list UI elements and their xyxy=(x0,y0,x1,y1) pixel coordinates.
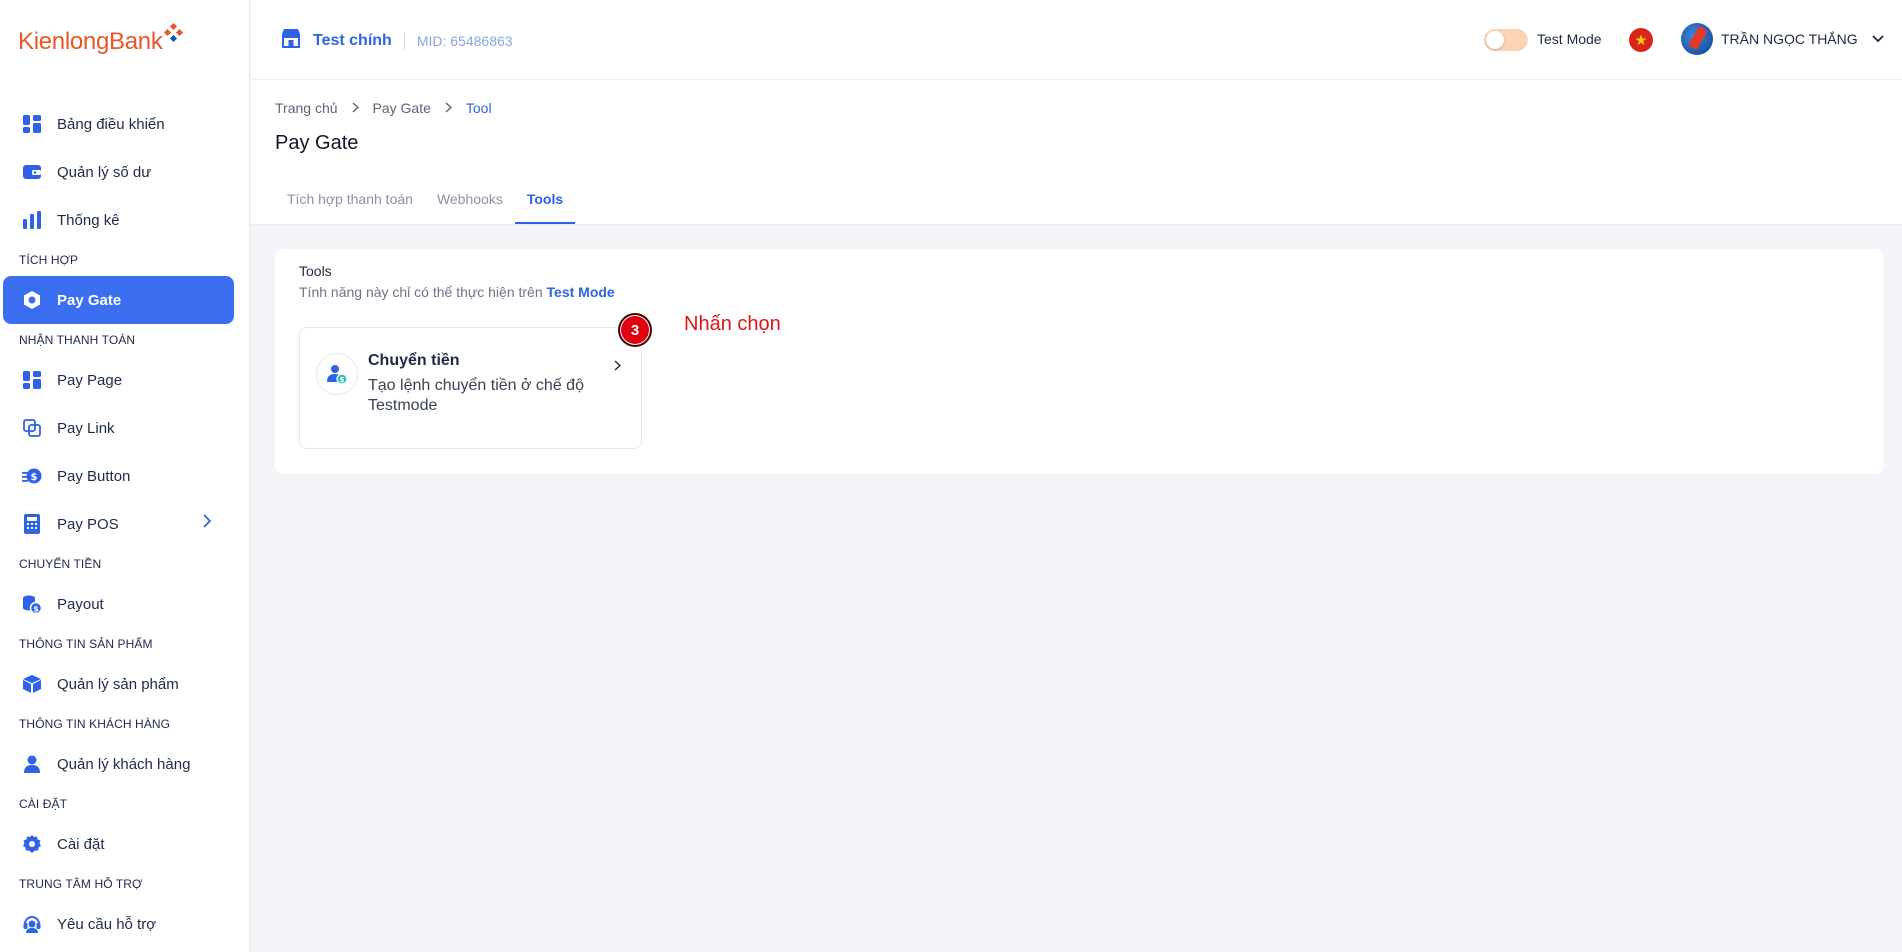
section-label-support-center: TRUNG TÂM HỖ TRỢ xyxy=(19,877,143,891)
sidebar-item-customers[interactable]: Quản lý khách hàng xyxy=(3,740,234,788)
sidebar-item-support-request[interactable]: Yêu cầu hỗ trợ xyxy=(3,900,234,948)
section-label-customer-info: THÔNG TIN KHÁCH HÀNG xyxy=(19,717,171,731)
store-selector[interactable]: Test chính MID: 65486863 xyxy=(281,28,513,53)
card-subtitle: Tính năng này chỉ có thể thực hiện trên … xyxy=(299,284,615,300)
breadcrumb: Trang chủ Pay Gate Tool xyxy=(275,100,492,116)
breadcrumb-current: Tool xyxy=(465,100,492,116)
wallet-icon xyxy=(22,162,42,182)
chevron-right-icon xyxy=(614,358,622,376)
kienlongbank-logo[interactable]: KienlongBank xyxy=(18,22,183,60)
card-title: Tools xyxy=(299,263,332,279)
svg-text:$: $ xyxy=(31,472,38,483)
page-header: Trang chủ Pay Gate Tool Pay Gate Tích hợ… xyxy=(251,80,1902,225)
tool-name: Chuyển tiền xyxy=(368,352,460,369)
top-header: Test chính MID: 65486863 Test Mode TRẦN … xyxy=(251,0,1902,80)
page-title: Pay Gate xyxy=(275,132,359,154)
chevron-right-icon xyxy=(352,100,359,116)
sidebar-item-label: Yêu cầu hỗ trợ xyxy=(57,915,157,933)
tab-webhooks[interactable]: Webhooks xyxy=(425,180,515,224)
section-label-transfer: CHUYỂN TIỀN xyxy=(19,557,102,571)
grid-icon xyxy=(22,370,42,390)
sidebar-item-pay-button[interactable]: $ Pay Button xyxy=(3,452,234,500)
sidebar-item-balance[interactable]: Quản lý số dư xyxy=(3,148,234,196)
card-subtitle-highlight: Test Mode xyxy=(546,284,615,300)
step-number-badge: 3 xyxy=(618,313,652,347)
payout-icon: $ xyxy=(22,594,42,614)
toggle-knob xyxy=(1486,31,1504,49)
sidebar-item-label: Pay POS xyxy=(57,515,119,533)
sidebar-item-pay-pos[interactable]: Pay POS xyxy=(3,500,234,548)
test-mode-label: Test Mode xyxy=(1537,31,1602,47)
chevron-right-icon xyxy=(445,100,452,116)
tab-tools[interactable]: Tools xyxy=(514,180,576,224)
logo-text-part1: Kienlong xyxy=(18,28,110,55)
gateway-icon xyxy=(22,290,42,310)
store-name[interactable]: Test chính xyxy=(313,32,392,50)
vietnam-flag-icon[interactable] xyxy=(1629,28,1653,52)
bar-chart-icon xyxy=(22,210,42,230)
sidebar-item-products[interactable]: Quản lý sản phẩm xyxy=(3,660,234,708)
sidebar: KienlongBank Bảng điều khiển Quản lý số … xyxy=(0,0,250,952)
link-icon xyxy=(22,418,42,438)
store-icon xyxy=(281,28,301,53)
tool-transfer-card[interactable]: $ Chuyển tiền Tạo lệnh chuyển tiền ở chế… xyxy=(299,327,642,449)
gear-icon xyxy=(22,834,42,854)
sidebar-item-label: Quản lý khách hàng xyxy=(57,755,191,773)
breadcrumb-home[interactable]: Trang chủ xyxy=(275,100,338,116)
card-subtitle-text: Tính năng này chỉ có thể thực hiện trên xyxy=(299,284,543,300)
section-label-integration: TÍCH HỢP xyxy=(19,253,79,267)
sidebar-item-pay-page[interactable]: Pay Page xyxy=(3,356,234,404)
sidebar-item-label: Thống kê xyxy=(57,211,120,229)
tools-card: Tools Tính năng này chỉ có thể thực hiện… xyxy=(275,249,1883,474)
sidebar-item-settings[interactable]: Cài đặt xyxy=(3,820,234,868)
sidebar-item-label: Pay Link xyxy=(57,419,115,437)
store-divider xyxy=(403,31,405,50)
sidebar-item-label: Bảng điều khiển xyxy=(57,115,165,133)
sidebar-nav: Bảng điều khiển Quản lý số dư Thống kê T… xyxy=(0,100,250,948)
sidebar-item-label: Cài đặt xyxy=(57,835,105,853)
user-money-icon: $ xyxy=(316,353,358,395)
svg-text:$: $ xyxy=(33,605,39,614)
user-name: TRẦN NGỌC THẮNG xyxy=(1721,31,1858,47)
dashboard-icon xyxy=(22,114,42,134)
box-icon xyxy=(22,674,42,694)
headset-icon xyxy=(22,914,42,934)
sidebar-item-pay-gate[interactable]: Pay Gate xyxy=(3,276,234,324)
breadcrumb-pay-gate[interactable]: Pay Gate xyxy=(373,100,431,116)
section-label-receive-payment: NHẬN THANH TOÁN xyxy=(19,333,136,347)
avatar xyxy=(1681,23,1713,55)
sidebar-item-statistics[interactable]: Thống kê xyxy=(3,196,234,244)
sidebar-item-label: Payout xyxy=(57,595,104,613)
sidebar-item-label: Quản lý sản phẩm xyxy=(57,675,179,693)
tab-bar: Tích hợp thanh toán Webhooks Tools xyxy=(275,180,576,224)
logo-diamond-icon xyxy=(163,22,183,43)
section-label-settings: CÀI ĐẶT xyxy=(19,797,68,811)
chevron-down-icon[interactable] xyxy=(1872,30,1884,48)
sidebar-item-payout[interactable]: $ Payout xyxy=(3,580,234,628)
sidebar-item-label: Pay Button xyxy=(57,467,131,485)
chevron-right-icon[interactable] xyxy=(202,514,212,532)
pos-icon xyxy=(22,514,42,534)
svg-text:$: $ xyxy=(340,376,345,384)
step-instruction-note: Nhấn chọn xyxy=(684,313,781,335)
sidebar-item-pay-link[interactable]: Pay Link xyxy=(3,404,234,452)
coin-icon: $ xyxy=(22,466,42,486)
tool-description: Tạo lệnh chuyển tiền ở chế độ Testmode xyxy=(368,377,584,414)
merchant-id: MID: 65486863 xyxy=(416,32,513,49)
sidebar-item-label: Pay Page xyxy=(57,371,123,389)
sidebar-item-label: Pay Gate xyxy=(57,291,122,309)
test-mode-toggle[interactable] xyxy=(1484,29,1528,51)
logo-text-part2: Bank xyxy=(109,28,163,55)
sidebar-item-label: Quản lý số dư xyxy=(57,163,152,181)
user-icon xyxy=(22,754,42,774)
section-label-product-info: THÔNG TIN SẢN PHẨM xyxy=(19,637,153,651)
tab-payment-integration[interactable]: Tích hợp thanh toán xyxy=(275,180,425,224)
user-menu[interactable]: TRẦN NGỌC THẮNG xyxy=(1681,23,1884,55)
sidebar-item-dashboard[interactable]: Bảng điều khiển xyxy=(3,100,234,148)
